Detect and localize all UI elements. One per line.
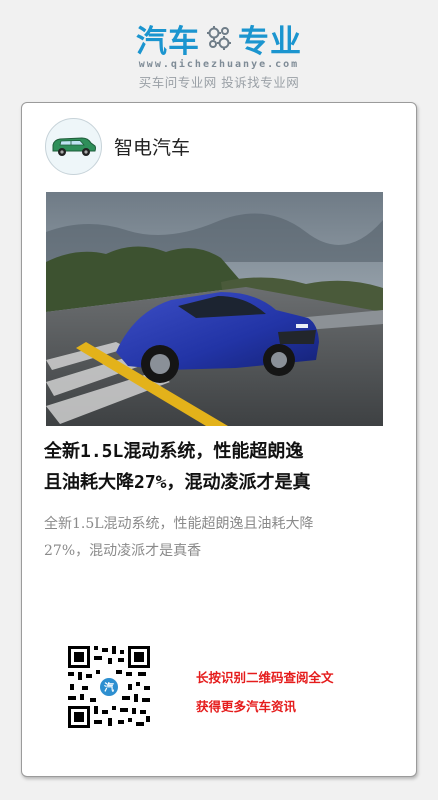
summary-line: 27%，混动凌派才是真香 (44, 543, 202, 559)
site-slogan: 买车问专业网 投诉找专业网 (138, 75, 300, 90)
site-url: www.qichezhuanye.com (138, 59, 300, 70)
cta-line-more-news: 获得更多汽车资讯 (196, 699, 297, 714)
qr-code[interactable]: 汽 (68, 646, 150, 728)
logo-text-left: 汽车 (136, 23, 200, 60)
green-car-icon (52, 136, 96, 156)
title-line[interactable]: 且油耗大降27%，混动凌派才是真 (44, 467, 394, 498)
cta-line-read-full: 长按识别二维码查阅全文 (196, 670, 334, 685)
summary-line: 全新1.5L混动系统，性能超朗逸且油耗大降 (44, 516, 314, 532)
site-header: 汽车 专业 www.qichezhuanye.com 买车问专业网 投诉找专业网 (0, 18, 438, 91)
post-title[interactable]: 全新1.5L混动系统，性能超朗逸 且油耗大降27%，混动凌派才是真 (44, 436, 394, 498)
blue-sedan-photo (46, 192, 383, 426)
avatar[interactable] (45, 118, 102, 175)
title-line[interactable]: 全新1.5L混动系统，性能超朗逸 (44, 436, 394, 467)
qr-instructions: 长按识别二维码查阅全文 获得更多汽车资讯 (196, 663, 334, 721)
share-card: 智电汽车 全新1.5L混动系统，性能超朗逸 且油耗大降27%，混动凌派才是真 全… (21, 102, 417, 777)
svg-text:汽: 汽 (104, 681, 114, 694)
post-summary: 全新1.5L混动系统，性能超朗逸且油耗大降 27%，混动凌派才是真香 (44, 511, 394, 565)
site-logo: 汽车 专业 (0, 18, 438, 60)
author-name[interactable]: 智电汽车 (114, 133, 190, 160)
logo-text-right: 专业 (238, 23, 302, 60)
author-block[interactable]: 智电汽车 (45, 118, 190, 175)
gear-icon (207, 26, 231, 50)
hero-image (46, 192, 383, 426)
